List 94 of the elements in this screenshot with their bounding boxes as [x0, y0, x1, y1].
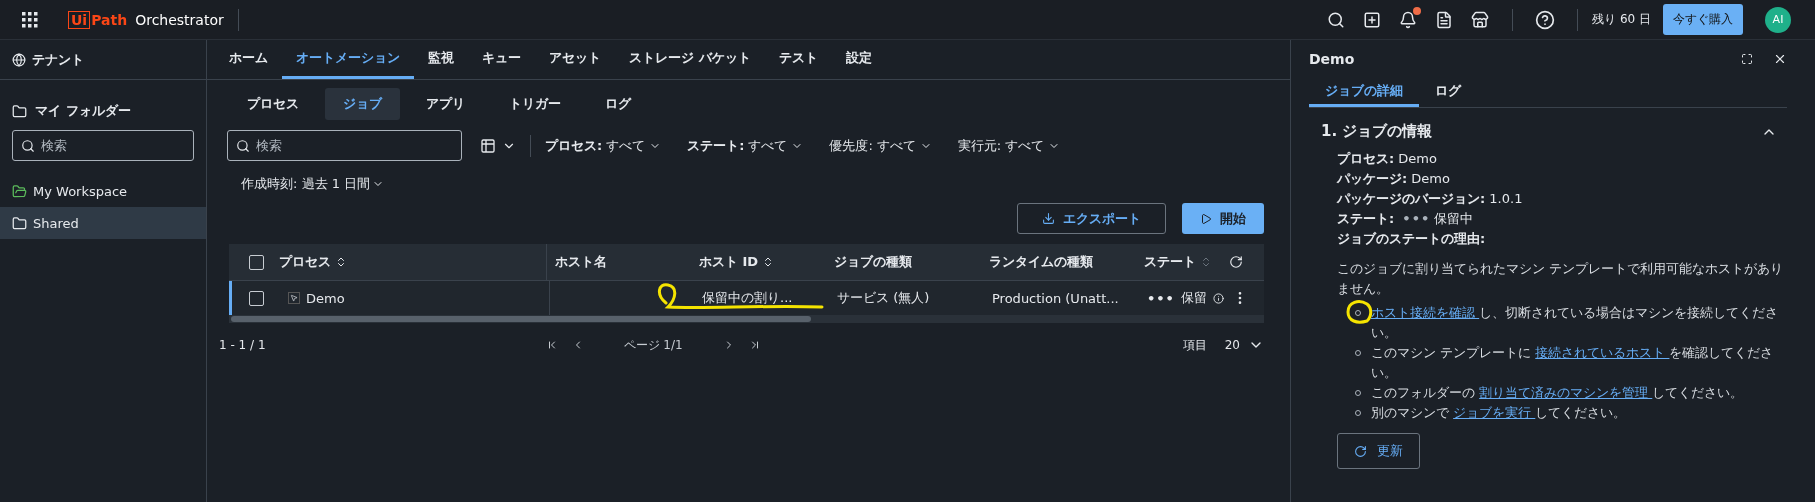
folder-icon	[12, 215, 27, 231]
column-header[interactable]: ホスト ID	[691, 244, 826, 280]
field-label: ステート:	[1337, 211, 1395, 226]
table-cell: Production (Unatt...	[992, 290, 1119, 306]
nav-tab[interactable]: キュー	[468, 40, 535, 79]
play-icon	[1200, 212, 1212, 225]
search-field[interactable]: 検索	[227, 130, 462, 161]
scrollbar-thumb[interactable]	[231, 316, 811, 322]
nav-tab[interactable]: 監視	[414, 40, 468, 79]
filter-dropdown[interactable]: 実行元: すべて	[957, 136, 1061, 155]
notification-dot	[1413, 6, 1422, 15]
field-label: プロセス:	[1337, 151, 1395, 166]
filter-dropdown[interactable]: 優先度: すべて	[829, 136, 932, 155]
nav-tab[interactable]: ストレージ バケット	[615, 40, 765, 79]
field-value: Demo	[1398, 151, 1437, 166]
field-value: Demo	[1411, 171, 1450, 186]
sub-tab[interactable]: プロセス	[229, 88, 317, 120]
suggestion-item: このマシン テンプレートに 接続されているホスト を確認してください。	[1355, 343, 1787, 383]
help-link[interactable]: 接続されているホスト	[1535, 345, 1670, 360]
folder-item[interactable]: Shared	[0, 207, 206, 239]
download-icon	[1042, 212, 1055, 225]
nav-tab[interactable]: ホーム	[215, 40, 282, 79]
export-button[interactable]: エクスポート	[1017, 203, 1166, 234]
field-value: 1.0.1	[1489, 191, 1523, 206]
filter-dropdown[interactable]: ステート: すべて	[687, 136, 804, 155]
table-cell: Demo	[306, 290, 345, 306]
sub-tab[interactable]: アプリ	[408, 88, 483, 120]
table-cell: 保留中の割り...	[702, 289, 793, 307]
suggestion-item: ホスト接続を確認 し、切断されている場合はマシンを接続してください。	[1355, 303, 1787, 343]
suggestion-item: 別のマシンで ジョブを実行 してください。	[1355, 403, 1787, 423]
close-icon[interactable]	[1773, 52, 1787, 66]
folder-header: マイ フォルダー	[35, 102, 131, 120]
table-cell: 保留	[1180, 289, 1207, 307]
buy-now-button[interactable]: 今すぐ購入	[1663, 4, 1743, 35]
folder-icon	[12, 103, 27, 119]
sub-tab[interactable]: トリガー	[491, 88, 579, 120]
column-header[interactable]: ステート	[1136, 244, 1221, 280]
folder-icon	[12, 183, 27, 199]
items-label: 項目	[1182, 336, 1207, 354]
section-title[interactable]: 1. ジョブの情報	[1321, 122, 1761, 141]
globe-icon	[12, 52, 26, 67]
tenant-label[interactable]: テナント	[32, 50, 84, 69]
select-all-checkbox[interactable]	[249, 254, 264, 270]
table-cell: サービス (無人)	[837, 289, 930, 307]
panel-title: Demo	[1309, 51, 1356, 67]
field-label: ジョブのステートの理由:	[1337, 231, 1486, 246]
help-link[interactable]: 割り当て済みのマシンを管理	[1479, 385, 1653, 400]
search-icon	[21, 139, 35, 153]
column-header[interactable]: プロセス	[271, 244, 546, 280]
pending-dots-icon: •••	[1147, 290, 1175, 306]
columns-icon[interactable]	[480, 137, 496, 154]
reason-message: このジョブに割り当てられたマシン テンプレートで利用可能なホストがありません。	[1337, 261, 1784, 296]
start-button[interactable]: 開始	[1182, 203, 1264, 234]
nav-tab[interactable]: テスト	[764, 40, 832, 79]
sort-icon[interactable]	[335, 256, 347, 268]
nav-tab[interactable]: アセット	[535, 40, 615, 79]
field-label: パッケージのバージョン:	[1337, 191, 1486, 206]
help-link[interactable]: ジョブを実行	[1453, 405, 1536, 420]
time-filter[interactable]: 作成時刻: 過去 1 日間	[241, 175, 385, 193]
field-value: 保留中	[1434, 211, 1474, 226]
expand-icon[interactable]	[1741, 53, 1753, 65]
folder-search-field[interactable]: 検索	[12, 130, 194, 161]
search-icon	[236, 139, 250, 153]
store-icon[interactable]	[1470, 9, 1491, 30]
range-text: 1 - 1 / 1	[219, 338, 266, 352]
sub-tab[interactable]: ログ	[587, 88, 649, 120]
process-icon	[288, 292, 300, 304]
refresh-icon	[1354, 444, 1367, 458]
apps-grid-icon[interactable]	[20, 9, 40, 30]
column-header[interactable]: ランタイムの種類	[981, 244, 1136, 280]
sub-tab[interactable]: ジョブ	[325, 88, 400, 120]
pending-dots-icon: •••	[1402, 211, 1431, 226]
bell-icon[interactable]	[1398, 9, 1419, 30]
info-icon[interactable]	[1212, 291, 1224, 305]
items-per-page-select[interactable]: 20	[1224, 337, 1264, 353]
filter-dropdown[interactable]: プロセス: すべて	[545, 136, 662, 155]
trial-days: 残り 60 日	[1592, 11, 1651, 28]
panel-tab[interactable]: ログ	[1419, 78, 1477, 107]
folder-item[interactable]: My Workspace	[0, 175, 206, 207]
refresh-icon[interactable]	[1229, 255, 1243, 269]
field-label: パッケージ:	[1337, 171, 1408, 186]
refresh-button[interactable]: 更新	[1337, 433, 1420, 469]
panel-tab[interactable]: ジョブの詳細	[1309, 78, 1419, 107]
logo[interactable]: Ui Path Orchestrator	[68, 10, 224, 29]
suggestion-item: このフォルダーの 割り当て済みのマシンを管理 してください。	[1355, 383, 1787, 403]
help-icon[interactable]	[1535, 9, 1556, 30]
nav-tab[interactable]: オートメーション	[282, 40, 414, 79]
column-header[interactable]: ジョブの種類	[826, 244, 981, 280]
help-link[interactable]: ホスト接続を確認	[1371, 305, 1480, 320]
page-text: ページ 1/1	[623, 336, 683, 354]
highlight-circle-drawing	[1345, 299, 1373, 327]
nav-tab[interactable]: 設定	[831, 40, 886, 79]
row-checkbox[interactable]	[249, 290, 264, 306]
column-header[interactable]: ホスト名	[546, 244, 691, 280]
